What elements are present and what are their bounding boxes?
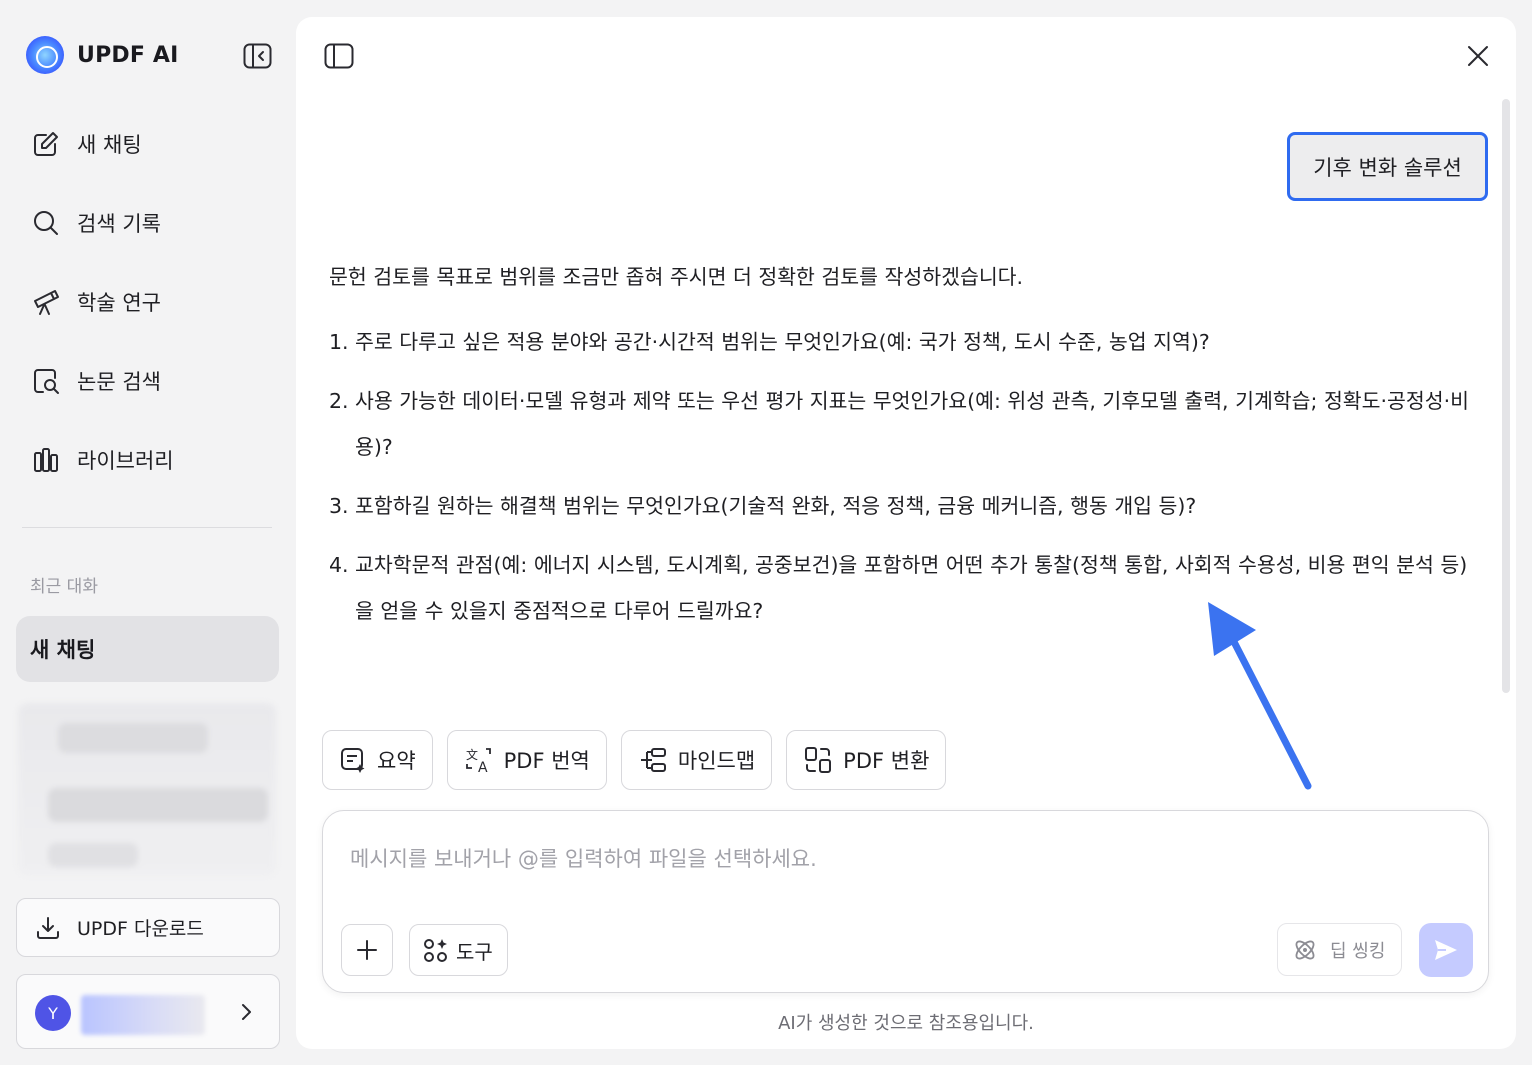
tools-label: 도구 <box>456 939 493 964</box>
close-button[interactable] <box>1466 44 1490 72</box>
svg-text:A: A <box>478 760 488 774</box>
panel-icon <box>324 43 354 69</box>
mindmap-icon <box>640 748 666 772</box>
recent-conversation-active[interactable]: 새 채팅 <box>16 616 279 682</box>
sidebar-item-label: 라이브러리 <box>77 449 174 473</box>
telescope-icon <box>30 286 62 318</box>
pdf-translate-tool-button[interactable]: 文A PDF 번역 <box>446 730 607 790</box>
collapse-sidebar-button[interactable] <box>243 43 272 69</box>
tools-grid-icon <box>424 939 447 962</box>
deep-thinking-toggle[interactable]: 딥 씽킹 <box>1277 923 1402 976</box>
translate-icon: 文A <box>466 747 491 774</box>
download-label: UPDF 다운로드 <box>77 918 204 940</box>
pdf-convert-tool-button[interactable]: PDF 변환 <box>786 730 947 790</box>
download-icon <box>37 916 59 939</box>
chip-label: PDF 변환 <box>843 749 930 773</box>
chat-panel: 기후 변화 솔루션 문헌 검토를 목표로 범위를 조금만 좁혀 주시면 더 정확… <box>296 17 1516 1049</box>
sidebar: UPDF AI 새 채팅 검색 기록 학술 연구 논문 검색 라이브러리 최근 … <box>0 0 296 1065</box>
summary-tool-button[interactable]: 요약 <box>322 730 433 790</box>
collapse-sidebar-icon <box>243 43 272 69</box>
tools-button[interactable]: 도구 <box>409 924 508 976</box>
list-item: 2. 사용 가능한 데이터·모델 유형과 제약 또는 우선 평가 지표는 무엇인… <box>329 378 1469 470</box>
sidebar-item-label: 검색 기록 <box>77 212 161 236</box>
list-item-text: 포함하길 원하는 해결책 범위는 무엇인가요(기술적 완화, 적응 정책, 금융… <box>355 494 1197 518</box>
sidebar-item-academic-research[interactable]: 학술 연구 <box>30 276 270 328</box>
chevron-right-icon <box>242 1004 251 1020</box>
recent-conversations-label: 최근 대화 <box>30 577 98 597</box>
library-icon <box>30 444 62 476</box>
sidebar-item-label: 새 채팅 <box>77 133 142 157</box>
blurred-conversation-history <box>18 703 276 875</box>
search-icon <box>30 207 62 239</box>
deep-thinking-label: 딥 씽킹 <box>1330 940 1386 962</box>
recent-conversation-title: 새 채팅 <box>30 638 96 662</box>
plus-icon <box>357 940 377 960</box>
send-button[interactable] <box>1419 923 1473 977</box>
answer-question-list: 1. 주로 다루고 싶은 적용 분야와 공간·시간적 범위는 무엇인가요(예: … <box>329 319 1469 634</box>
toggle-panel-button[interactable] <box>324 43 354 73</box>
download-updf-button[interactable]: UPDF 다운로드 <box>16 898 280 957</box>
message-input[interactable] <box>350 839 1250 879</box>
updf-ai-logo <box>26 36 64 74</box>
sidebar-item-new-chat[interactable]: 새 채팅 <box>30 118 270 170</box>
chip-label: 마인드맵 <box>677 749 756 773</box>
message-composer: 도구 딥 씽킹 <box>322 810 1489 993</box>
user-message-bubble: 기후 변화 솔루션 <box>1287 132 1488 201</box>
scrollbar[interactable] <box>1502 99 1510 693</box>
summary-icon <box>341 748 365 773</box>
answer-intro: 문헌 검토를 목표로 범위를 조금만 좁혀 주시면 더 정확한 검토를 작성하겠… <box>329 265 1024 289</box>
send-icon <box>1435 940 1457 960</box>
list-item-number: 1. <box>329 330 349 354</box>
list-item-text: 주로 다루고 싶은 적용 분야와 공간·시간적 범위는 무엇인가요(예: 국가 … <box>355 330 1210 354</box>
sidebar-nav: 새 채팅 검색 기록 학술 연구 논문 검색 라이브러리 <box>30 118 270 513</box>
brand[interactable]: UPDF AI <box>26 36 179 74</box>
svg-text:文: 文 <box>466 747 478 762</box>
sidebar-item-label: 학술 연구 <box>77 291 161 315</box>
mindmap-tool-button[interactable]: 마인드맵 <box>620 730 773 790</box>
chip-label: PDF 번역 <box>503 749 590 773</box>
user-account-card[interactable]: Y <box>16 974 280 1049</box>
avatar: Y <box>35 995 71 1031</box>
assistant-answer: 문헌 검토를 목표로 범위를 조금만 좁혀 주시면 더 정확한 검토를 작성하겠… <box>329 260 1469 647</box>
list-item-number: 3. <box>329 494 349 518</box>
sidebar-divider <box>22 527 272 528</box>
sidebar-item-library[interactable]: 라이브러리 <box>30 434 270 486</box>
sidebar-item-label: 논문 검색 <box>77 370 161 394</box>
list-item-number: 2. <box>329 389 349 413</box>
ai-disclaimer: AI가 생성한 것으로 참조용입니다. <box>778 1013 1034 1034</box>
edit-icon <box>30 128 62 160</box>
list-item-text: 사용 가능한 데이터·모델 유형과 제약 또는 우선 평가 지표는 무엇인가요(… <box>355 389 1469 459</box>
sidebar-item-paper-search[interactable]: 논문 검색 <box>30 355 270 407</box>
quick-tools: 요약 文A PDF 번역 마인드맵 PDF 변환 <box>322 730 960 790</box>
chip-label: 요약 <box>377 749 416 773</box>
paper-search-icon <box>30 365 62 397</box>
list-item: 1. 주로 다루고 싶은 적용 분야와 공간·시간적 범위는 무엇인가요(예: … <box>329 319 1469 365</box>
attach-button[interactable] <box>341 924 393 976</box>
list-item-number: 4. <box>329 553 349 577</box>
annotation-arrow-icon <box>1208 602 1312 790</box>
atom-icon <box>1295 940 1315 959</box>
brand-name: UPDF AI <box>77 42 179 68</box>
sidebar-item-search-history[interactable]: 검색 기록 <box>30 197 270 249</box>
close-icon <box>1468 46 1488 66</box>
list-item: 3. 포함하길 원하는 해결책 범위는 무엇인가요(기술적 완화, 적응 정책,… <box>329 483 1469 529</box>
blurred-user-name <box>81 995 205 1035</box>
convert-icon <box>805 747 832 773</box>
